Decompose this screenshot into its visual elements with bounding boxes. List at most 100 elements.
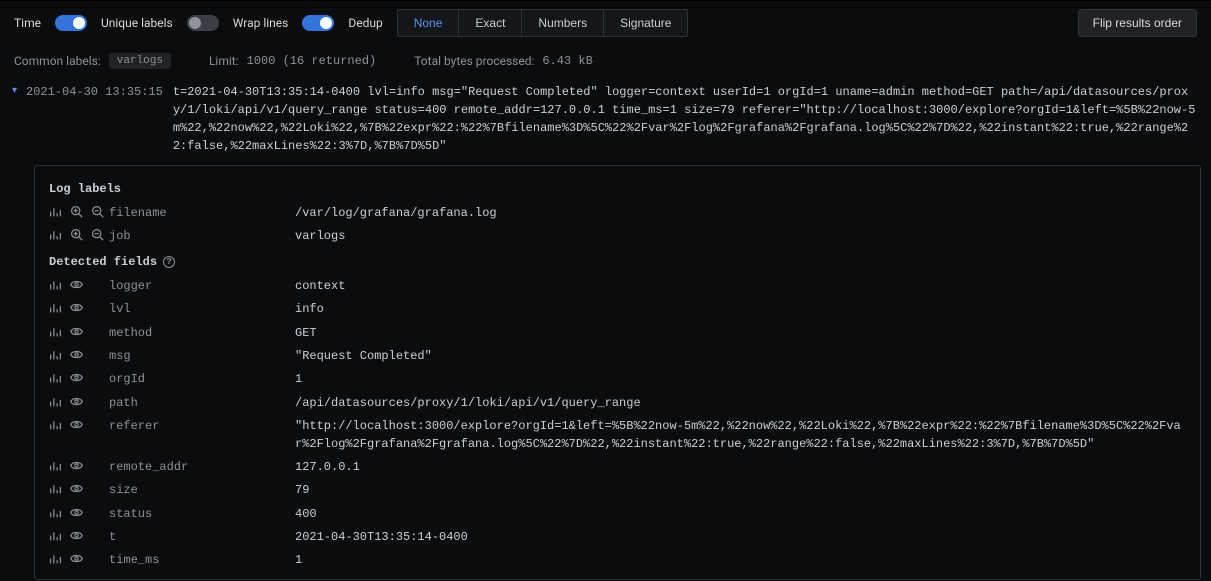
unique-labels-label: Unique labels	[101, 16, 173, 30]
time-toggle[interactable]	[55, 15, 87, 31]
dedup-exact-button[interactable]: Exact	[459, 10, 522, 36]
show-field-icon[interactable]	[70, 278, 83, 291]
field-value: 1	[295, 371, 1186, 388]
log-details-panel: Log labels filename/var/log/grafana/graf…	[34, 165, 1201, 580]
unique-labels-toggle[interactable]	[187, 15, 219, 31]
dedup-numbers-button[interactable]: Numbers	[522, 10, 604, 36]
log-row: ▾ 2021-04-30 13:35:15 t=2021-04-30T13:35…	[0, 79, 1211, 161]
field-value: context	[295, 278, 1186, 295]
field-row: referer"http://localhost:3000/explore?or…	[49, 415, 1186, 456]
field-key: t	[109, 529, 295, 546]
field-key: time_ms	[109, 552, 295, 569]
show-field-icon[interactable]	[70, 395, 83, 408]
show-field-icon[interactable]	[70, 325, 83, 338]
field-row: status400	[49, 503, 1186, 526]
field-key: msg	[109, 348, 295, 365]
field-value: GET	[295, 325, 1186, 342]
field-value: "http://localhost:3000/explore?orgId=1&l…	[295, 418, 1186, 453]
common-labels-tag: varlogs	[109, 53, 171, 69]
dedup-label: Dedup	[348, 16, 382, 30]
show-field-icon[interactable]	[70, 348, 83, 361]
expand-chevron-icon[interactable]: ▾	[12, 83, 24, 99]
dedup-none-button[interactable]: None	[398, 10, 460, 36]
field-key: remote_addr	[109, 459, 295, 476]
help-icon[interactable]: ?	[163, 256, 175, 268]
stats-icon[interactable]	[49, 482, 62, 495]
field-row: lvlinfo	[49, 298, 1186, 321]
bytes-label: Total bytes processed:	[414, 54, 534, 68]
field-key: path	[109, 395, 295, 412]
label-value: /var/log/grafana/grafana.log	[295, 205, 1186, 222]
field-value: 1	[295, 552, 1186, 569]
bytes-value: 6.43 kB	[542, 54, 592, 68]
show-field-icon[interactable]	[70, 506, 83, 519]
stats-icon[interactable]	[49, 348, 62, 361]
filter-out-icon[interactable]	[91, 205, 104, 218]
field-row: msg"Request Completed"	[49, 345, 1186, 368]
stats-icon[interactable]	[49, 459, 62, 472]
label-key: job	[109, 228, 295, 245]
show-field-icon[interactable]	[70, 459, 83, 472]
show-field-icon[interactable]	[70, 301, 83, 314]
field-row: size79	[49, 479, 1186, 502]
stats-icon[interactable]	[49, 395, 62, 408]
show-field-icon[interactable]	[70, 482, 83, 495]
field-key: lvl	[109, 301, 295, 318]
field-row: time_ms1	[49, 549, 1186, 572]
filter-out-icon[interactable]	[91, 228, 104, 241]
filter-for-icon[interactable]	[70, 205, 83, 218]
stats-icon[interactable]	[49, 301, 62, 314]
log-message: t=2021-04-30T13:35:14-0400 lvl=info msg=…	[173, 83, 1199, 155]
field-key: referer	[109, 418, 295, 435]
log-toolbar: Time Unique labels Wrap lines Dedup None…	[0, 0, 1211, 45]
field-key: status	[109, 506, 295, 523]
field-row: remote_addr127.0.0.1	[49, 456, 1186, 479]
field-value: info	[295, 301, 1186, 318]
log-timestamp: 2021-04-30 13:35:15	[24, 83, 173, 101]
time-label: Time	[14, 16, 41, 30]
field-value: 127.0.0.1	[295, 459, 1186, 476]
flip-results-button[interactable]: Flip results order	[1078, 9, 1197, 37]
field-value: 79	[295, 482, 1186, 499]
common-labels-label: Common labels:	[14, 54, 101, 68]
field-key: orgId	[109, 371, 295, 388]
show-field-icon[interactable]	[70, 418, 83, 431]
field-value: "Request Completed"	[295, 348, 1186, 365]
dedup-button-group: None Exact Numbers Signature	[397, 9, 689, 37]
label-row: filename/var/log/grafana/grafana.log	[49, 202, 1186, 225]
field-key: method	[109, 325, 295, 342]
stats-icon[interactable]	[49, 228, 62, 241]
stats-icon[interactable]	[49, 325, 62, 338]
stats-icon[interactable]	[49, 205, 62, 218]
label-value: varlogs	[295, 228, 1186, 245]
label-row: jobvarlogs	[49, 225, 1186, 248]
limit-label: Limit:	[209, 54, 239, 68]
stats-icon[interactable]	[49, 529, 62, 542]
stats-icon[interactable]	[49, 371, 62, 384]
wrap-lines-label: Wrap lines	[233, 16, 289, 30]
log-labels-title: Log labels	[49, 176, 1186, 202]
stats-icon[interactable]	[49, 552, 62, 565]
stats-icon[interactable]	[49, 418, 62, 431]
label-key: filename	[109, 205, 295, 222]
show-field-icon[interactable]	[70, 552, 83, 565]
field-row: loggercontext	[49, 275, 1186, 298]
field-row: methodGET	[49, 322, 1186, 345]
show-field-icon[interactable]	[70, 371, 83, 384]
limit-value: 1000 (16 returned)	[247, 54, 377, 68]
wrap-lines-toggle[interactable]	[302, 15, 334, 31]
field-row: orgId1	[49, 368, 1186, 391]
field-value: /api/datasources/proxy/1/loki/api/v1/que…	[295, 395, 1186, 412]
field-key: size	[109, 482, 295, 499]
field-key: logger	[109, 278, 295, 295]
dedup-signature-button[interactable]: Signature	[604, 10, 687, 36]
show-field-icon[interactable]	[70, 529, 83, 542]
meta-row: Common labels: varlogs Limit: 1000 (16 r…	[0, 45, 1211, 79]
stats-icon[interactable]	[49, 506, 62, 519]
filter-for-icon[interactable]	[70, 228, 83, 241]
stats-icon[interactable]	[49, 278, 62, 291]
detected-fields-title: Detected fields ?	[49, 249, 1186, 275]
field-value: 400	[295, 506, 1186, 523]
field-value: 2021-04-30T13:35:14-0400	[295, 529, 1186, 546]
field-row: t2021-04-30T13:35:14-0400	[49, 526, 1186, 549]
